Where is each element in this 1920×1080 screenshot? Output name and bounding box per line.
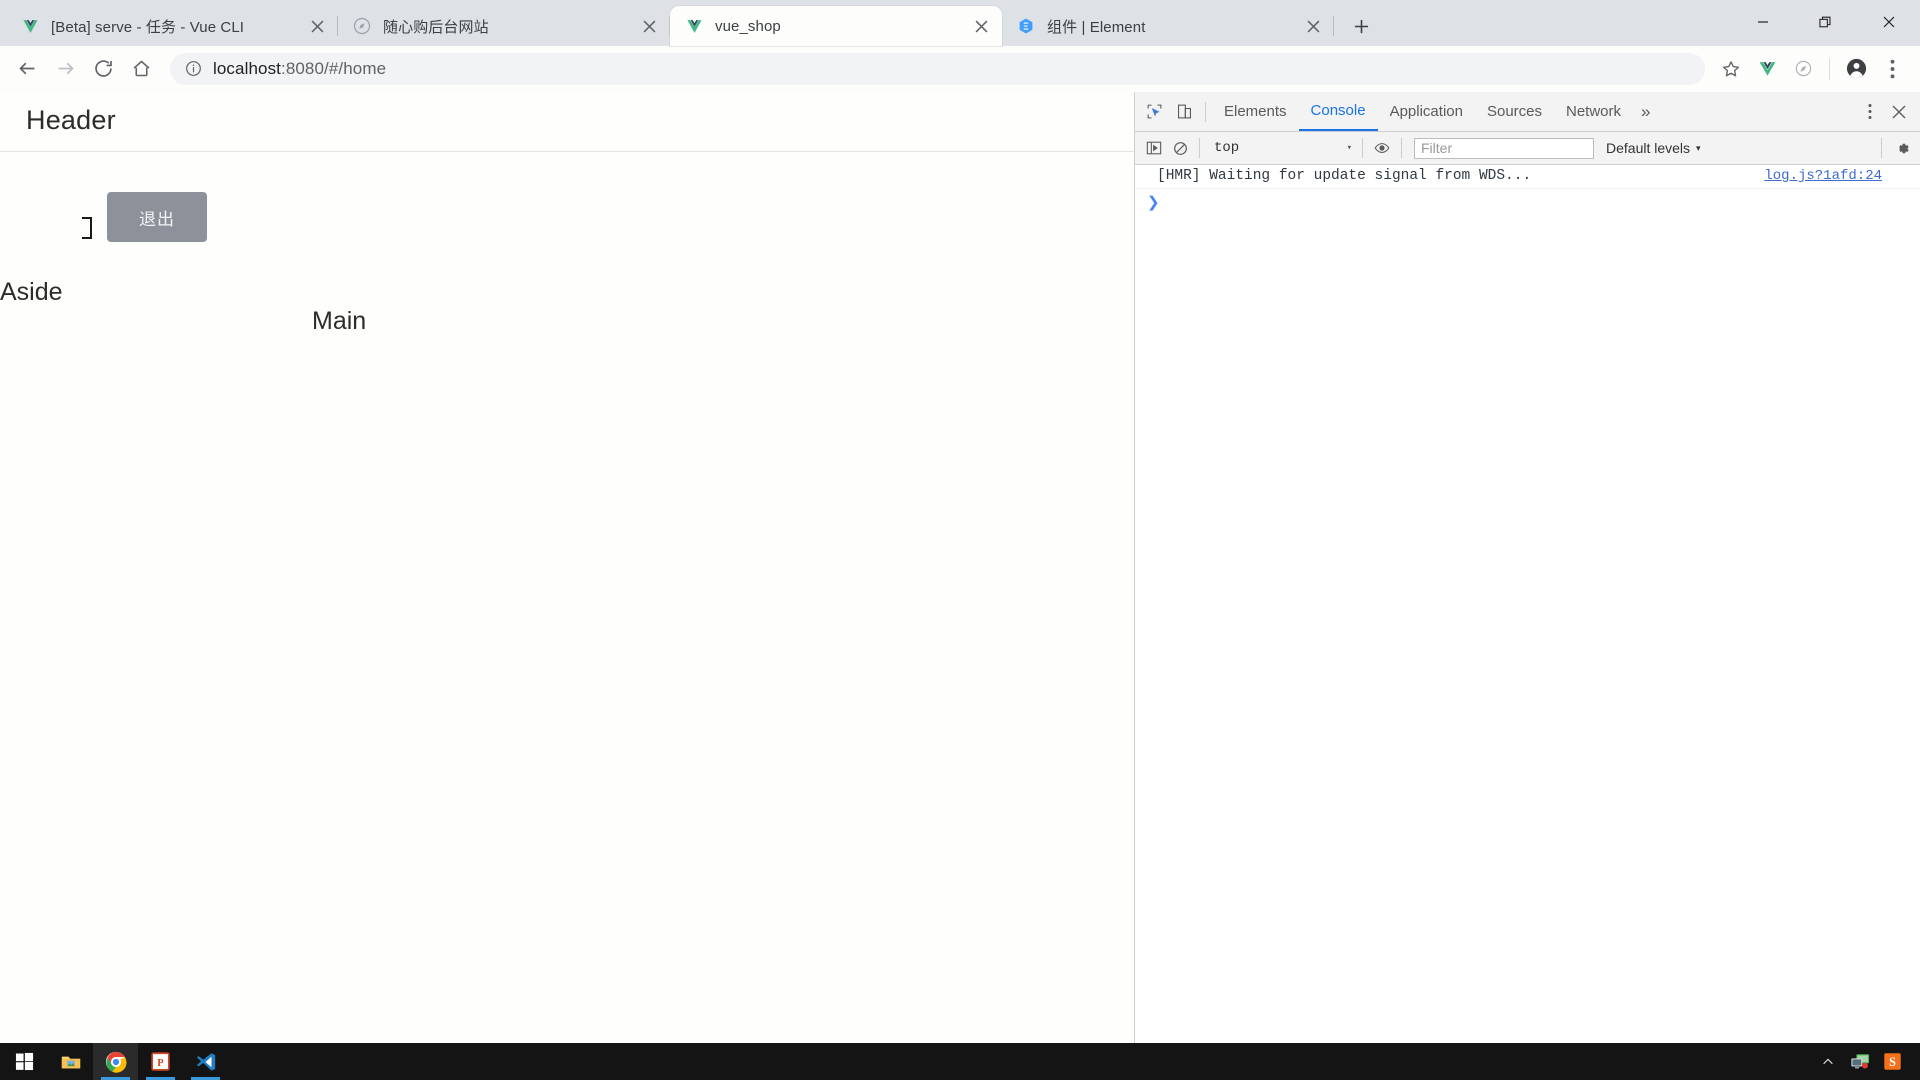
console-sidebar-icon[interactable] [1141,135,1167,161]
browser-tab-2-close-icon[interactable] [636,13,662,39]
show-hidden-icons-chevron[interactable] [1812,1043,1844,1080]
compass-icon [352,16,372,36]
console-message-source-link[interactable]: log.js?1afd:24 [1752,168,1914,184]
svg-text:S: S [1889,1055,1896,1069]
devtools-panel: Elements Console Application Sources Net… [1135,92,1920,1043]
console-prompt-caret-icon: ❯ [1147,194,1160,211]
three-dot-menu-icon[interactable] [1874,51,1910,87]
restore-icon[interactable] [1794,0,1857,44]
account-avatar-icon[interactable] [1838,51,1874,87]
network-display-icon[interactable] [1844,1043,1876,1080]
star-icon[interactable] [1713,51,1749,87]
google-chrome-icon[interactable] [93,1043,138,1080]
inspect-element-icon[interactable] [1139,98,1169,126]
page-header-title: Header [26,105,116,135]
page-viewport: Header 退出 Aside Main [0,92,1135,1043]
console-output[interactable]: [HMR] Waiting for update signal from WDS… [1135,165,1920,1043]
chevron-down-icon: ▾ [1346,143,1352,153]
system-tray: S [1812,1043,1920,1080]
app-header-bar [0,92,1134,152]
gear-icon[interactable] [1888,134,1916,162]
page-main-label: Main [312,307,367,335]
console-filter-input[interactable]: Filter [1414,137,1594,159]
forward-arrow-icon[interactable] [46,50,84,88]
console-message-text: [HMR] Waiting for update signal from WDS… [1157,168,1532,184]
info-circle-icon[interactable] [183,59,203,79]
console-toolbar-divider-4 [1881,138,1882,158]
browser-tab-1[interactable]: [Beta] serve - 任务 - Vue CLI [6,6,338,46]
page-aside-label: Aside [0,278,63,306]
windows-taskbar: P S [0,1043,1920,1080]
devtools-tabbar: Elements Console Application Sources Net… [1135,92,1920,132]
back-arrow-icon[interactable] [8,50,46,88]
window-controls [1731,0,1920,44]
console-toolbar-divider-1 [1199,138,1200,158]
text-cursor [82,217,92,239]
browser-tab-1-title: [Beta] serve - 任务 - Vue CLI [51,18,245,36]
devtools-more-tabs-icon[interactable]: » [1633,92,1658,131]
vscode-icon[interactable] [183,1043,228,1080]
chrome-browser-window: [Beta] serve - 任务 - Vue CLI 随心购后台网站 vue_… [0,0,1920,1043]
powerpoint-icon[interactable]: P [138,1043,183,1080]
browser-tab-4[interactable]: 组件 | Element [1002,6,1334,46]
browser-tab-2-title: 随心购后台网站 [383,18,489,36]
browser-toolbar: localhost:8080/#/home [0,46,1920,92]
device-toolbar-icon[interactable] [1169,98,1199,126]
url-host: localhost [213,58,281,78]
minimize-icon[interactable] [1731,0,1794,44]
devtools-tab-console[interactable]: Console [1298,92,1378,131]
browser-tab-3-title: vue_shop [715,17,781,35]
console-log-levels-dropdown[interactable]: Default levels ▾ [1600,140,1707,156]
close-icon[interactable] [1857,0,1920,44]
browser-tab-4-title: 组件 | Element [1047,18,1146,36]
devtools-tab-sources[interactable]: Sources [1475,92,1554,131]
console-toolbar-divider-2 [1362,138,1363,158]
logout-button[interactable]: 退出 [107,192,207,242]
windows-start-icon[interactable] [0,1043,48,1080]
live-expression-icon[interactable] [1369,135,1395,161]
new-tab-button[interactable] [1344,9,1378,43]
vue-devtools-icon[interactable] [1749,51,1785,87]
svg-text:P: P [157,1058,164,1069]
home-icon[interactable] [122,50,160,88]
url-path: :8080/#/home [281,58,387,78]
vue-logo-icon [20,16,40,36]
vue-logo-icon [684,16,704,36]
console-prompt-row[interactable]: ❯ [1135,189,1920,215]
devtools-tab-network[interactable]: Network [1554,92,1633,131]
clear-console-icon[interactable] [1167,135,1193,161]
devtools-kebab-menu-icon[interactable] [1856,98,1884,126]
browser-tab-4-close-icon[interactable] [1300,13,1326,39]
console-context-selector[interactable]: top ▾ [1206,137,1356,159]
browser-tab-1-close-icon[interactable] [304,13,330,39]
console-message-row: [HMR] Waiting for update signal from WDS… [1135,165,1920,189]
console-toolbar: top ▾ Filter Default levels ▾ [1135,132,1920,165]
devtools-tab-application[interactable]: Application [1378,92,1475,131]
sogou-ime-icon[interactable]: S [1876,1043,1908,1080]
browser-tab-2[interactable]: 随心购后台网站 [338,6,670,46]
devtools-close-icon[interactable] [1884,98,1914,126]
tab-strip: [Beta] serve - 任务 - Vue CLI 随心购后台网站 vue_… [0,0,1920,46]
devtools-tabbar-actions [1856,92,1920,131]
console-log-levels-label: Default levels [1606,140,1691,156]
devtools-divider [1205,101,1206,122]
reload-icon[interactable] [84,50,122,88]
devtools-tab-elements[interactable]: Elements [1212,92,1299,131]
toolbar-divider [1829,57,1830,80]
element-ui-icon [1016,16,1036,36]
console-context-value: top [1214,140,1240,156]
console-toolbar-divider-3 [1401,138,1402,158]
circle-extension-icon[interactable] [1785,51,1821,87]
browser-tab-3-active[interactable]: vue_shop [670,6,1002,46]
address-bar-url: localhost:8080/#/home [213,59,1699,79]
content-area: Header 退出 Aside Main Elements Console Ap… [0,92,1920,1043]
file-explorer-icon[interactable] [48,1043,93,1080]
chevron-down-icon: ▾ [1696,142,1701,153]
browser-tab-3-close-icon[interactable] [968,13,994,39]
address-bar[interactable]: localhost:8080/#/home [170,52,1705,85]
